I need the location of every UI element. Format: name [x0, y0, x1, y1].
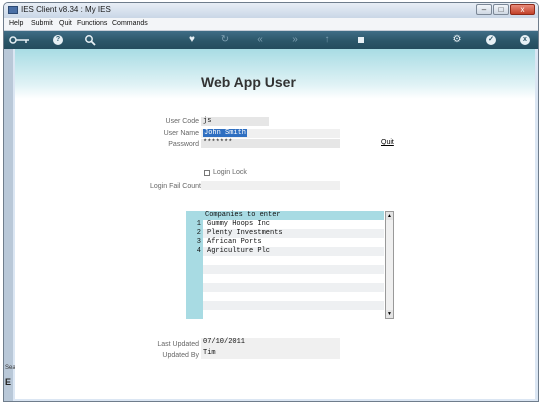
menu-functions[interactable]: Functions	[77, 20, 107, 27]
title-bar: IES Client v8.34 : My IES – □ x	[4, 3, 538, 18]
stop-icon[interactable]	[357, 34, 365, 46]
grid-header: Companies to enter	[203, 211, 384, 220]
side-letter: E	[5, 377, 12, 387]
main-content: Web App User User Code js User Name John…	[15, 49, 535, 399]
user-code-field[interactable]: js	[201, 117, 269, 126]
menu-quit[interactable]: Quit	[59, 20, 72, 27]
company-name: Plenty Investments	[207, 229, 283, 237]
help-icon[interactable]: ?	[53, 35, 63, 45]
updated-by-label: Updated By	[162, 352, 199, 359]
menu-commands[interactable]: Commands	[112, 20, 148, 27]
heart-icon[interactable]: ♥	[187, 34, 197, 46]
page-title: Web App User	[201, 74, 296, 90]
window-controls: – □ x	[475, 4, 535, 16]
grid-scrollbar[interactable]: ▲ ▼	[385, 211, 394, 319]
row-number: 1	[196, 220, 201, 228]
table-row[interactable]	[203, 274, 384, 283]
user-code-label: User Code	[165, 118, 199, 125]
user-name-label: User Name	[163, 130, 199, 137]
minimize-button[interactable]: –	[476, 4, 492, 15]
password-field[interactable]: *******	[201, 139, 340, 148]
row-number: 2	[196, 229, 201, 237]
company-name: Agriculture Plc	[207, 247, 271, 255]
side-panel: Sea E	[4, 49, 16, 401]
close-window-button[interactable]: x	[510, 4, 535, 15]
upload-icon[interactable]: ↑	[323, 34, 331, 46]
login-fail-field[interactable]	[201, 181, 340, 190]
table-row[interactable]	[203, 310, 384, 319]
maximize-button[interactable]: □	[493, 4, 509, 15]
login-fail-label: Login Fail Count	[150, 183, 201, 190]
user-name-field[interactable]: John Smith	[201, 129, 340, 138]
close-icon[interactable]: x	[520, 35, 530, 45]
table-row[interactable]	[203, 292, 384, 301]
login-lock-label: Login Lock	[213, 169, 247, 176]
scroll-down-icon[interactable]: ▼	[386, 310, 393, 318]
rewind-icon[interactable]: «	[254, 34, 266, 46]
last-updated-label: Last Updated	[157, 341, 199, 348]
table-row[interactable]: 1 Gummy Hoops Inc	[197, 220, 384, 229]
gear-icon[interactable]: ⚙	[452, 34, 462, 46]
menu-help[interactable]: Help	[9, 20, 23, 27]
window-title: IES Client v8.34 : My IES	[21, 5, 111, 14]
table-row[interactable]: 4 Agriculture Plc	[197, 247, 384, 256]
app-logo-icon	[8, 6, 18, 14]
forward-icon[interactable]: »	[289, 34, 301, 46]
table-row[interactable]: 2 Plenty Investments	[197, 229, 384, 238]
toolbar: ? ♥ ↻ « » ↑ ⚙ ✓ x	[4, 31, 538, 49]
table-row[interactable]	[203, 256, 384, 265]
refresh-icon[interactable]: ↻	[220, 34, 230, 46]
updated-by-field: Tim	[201, 349, 340, 359]
ok-icon[interactable]: ✓	[486, 35, 496, 45]
password-label: Password	[168, 141, 199, 148]
user-name-value: John Smith	[203, 129, 248, 137]
menu-submit[interactable]: Submit	[31, 20, 53, 27]
app-window: IES Client v8.34 : My IES – □ x Help Sub…	[3, 2, 539, 402]
search-icon[interactable]	[84, 34, 96, 46]
scroll-up-icon[interactable]: ▲	[386, 212, 393, 220]
table-row[interactable]: 3 African Ports	[197, 238, 384, 247]
row-number: 3	[196, 238, 201, 246]
last-updated-field: 07/10/2011	[201, 338, 340, 349]
menu-bar: Help Submit Quit Functions Commands	[4, 18, 538, 31]
company-name: African Ports	[207, 238, 262, 246]
table-row[interactable]	[203, 283, 384, 292]
companies-grid: Companies to enter 1 Gummy Hoops Inc 2 P…	[186, 211, 396, 319]
quit-link[interactable]: Quit	[381, 139, 394, 146]
company-name: Gummy Hoops Inc	[207, 220, 271, 228]
table-row[interactable]	[203, 301, 384, 310]
row-number: 4	[196, 247, 201, 255]
key-icon[interactable]	[9, 34, 31, 46]
login-lock-checkbox[interactable]	[204, 170, 210, 176]
table-row[interactable]	[203, 265, 384, 274]
